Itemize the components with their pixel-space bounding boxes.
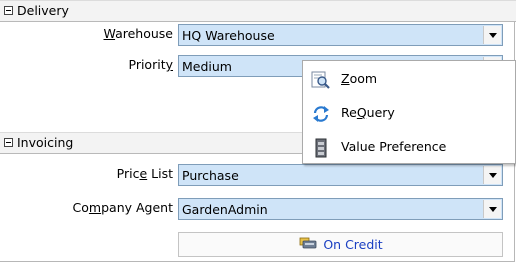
price-list-field[interactable]: Purchase xyxy=(178,164,503,186)
warehouse-dropdown-button[interactable] xyxy=(483,26,501,44)
section-title-invoicing: Invoicing xyxy=(17,135,74,150)
warehouse-field[interactable]: HQ Warehouse xyxy=(178,24,503,46)
menu-item-value-preference[interactable]: Value Preference xyxy=(303,133,515,161)
menu-item-zoom-label: Zoom xyxy=(341,71,378,86)
company-agent-value: GardenAdmin xyxy=(182,202,268,217)
field-context-menu: Zoom ReQuery Value Preference xyxy=(302,60,516,164)
refresh-icon xyxy=(311,104,331,124)
warehouse-value: HQ Warehouse xyxy=(182,28,275,43)
section-header-delivery[interactable]: Delivery xyxy=(0,0,516,22)
price-list-dropdown-button[interactable] xyxy=(483,166,501,184)
collapse-icon[interactable] xyxy=(4,138,13,147)
price-list-value: Purchase xyxy=(182,168,239,183)
menu-item-value-preference-label: Value Preference xyxy=(341,139,447,154)
preference-cabinet-icon xyxy=(311,138,331,158)
company-agent-field[interactable]: GardenAdmin xyxy=(178,198,503,220)
menu-item-requery[interactable]: ReQuery xyxy=(303,99,515,127)
priority-value: Medium xyxy=(182,59,232,74)
menu-item-zoom[interactable]: Zoom xyxy=(303,65,515,93)
menu-item-requery-label: ReQuery xyxy=(341,105,395,120)
section-title-delivery: Delivery xyxy=(17,3,69,18)
price-list-label: Price List xyxy=(116,166,173,181)
on-credit-button[interactable]: On Credit xyxy=(178,232,503,257)
on-credit-label: On Credit xyxy=(323,237,383,252)
collapse-icon[interactable] xyxy=(4,6,13,15)
payment-icon xyxy=(298,235,318,254)
company-agent-label: Company Agent xyxy=(72,200,173,215)
zoom-icon xyxy=(311,70,331,90)
warehouse-label: Warehouse xyxy=(103,26,173,41)
company-agent-dropdown-button[interactable] xyxy=(483,200,501,218)
priority-label: Priority xyxy=(128,57,174,72)
